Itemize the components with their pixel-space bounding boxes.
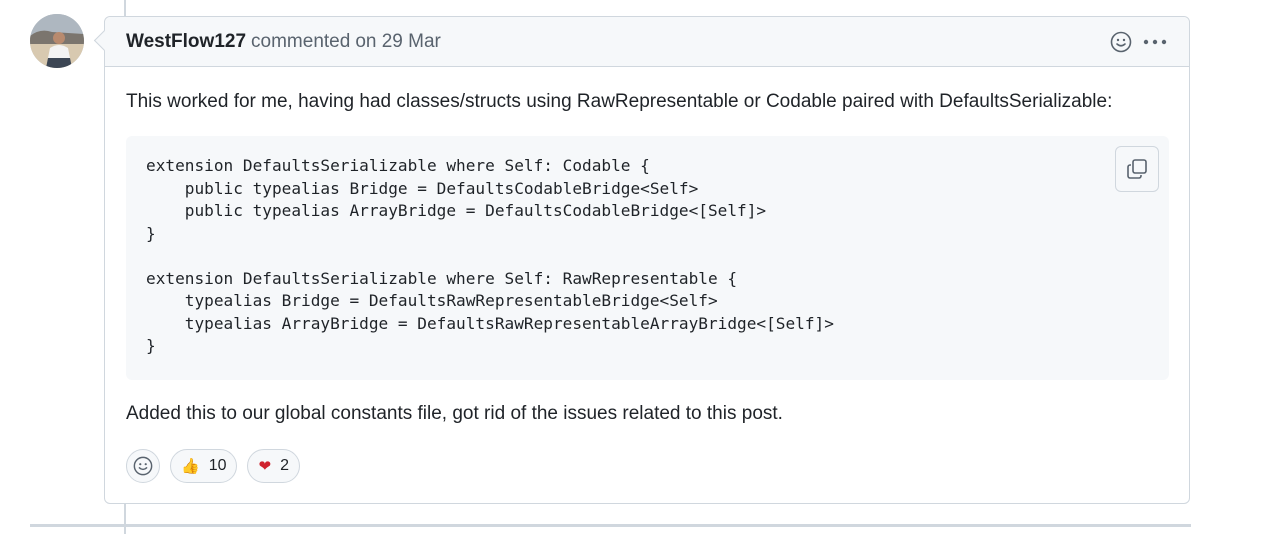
heart-icon: ❤	[258, 457, 272, 475]
comment-body-outro: Added this to our global constants file,…	[126, 403, 783, 424]
comment-action: commented	[251, 30, 351, 52]
add-reaction-button[interactable]	[126, 449, 160, 483]
kebab-horizontal-icon[interactable]	[1142, 29, 1168, 55]
reaction-thumbs-up[interactable]: 👍 10	[170, 449, 238, 483]
timeline-divider	[30, 524, 1191, 527]
avatar[interactable]	[30, 14, 84, 68]
comment-timestamp[interactable]: on 29 Mar	[355, 31, 441, 53]
comment-box: WestFlow127 commented on 29 Mar This wor…	[104, 16, 1190, 504]
code-block: extension DefaultsSerializable where Sel…	[126, 136, 1169, 380]
reaction-count: 2	[280, 457, 289, 474]
copy-button[interactable]	[1115, 146, 1159, 192]
comment-header: WestFlow127 commented on 29 Mar	[105, 17, 1189, 67]
reaction-count: 10	[208, 457, 227, 474]
smiley-icon[interactable]	[1108, 29, 1134, 55]
thumbs-up-icon: 👍	[181, 457, 200, 475]
author-link[interactable]: WestFlow127	[126, 31, 246, 53]
header-actions	[1108, 29, 1168, 55]
comment-body-intro: This worked for me, having had classes/s…	[126, 91, 1113, 112]
avatar-photo	[30, 14, 84, 68]
reaction-heart[interactable]: ❤ 2	[247, 449, 300, 483]
reactions-bar: 👍 10 ❤ 2	[126, 449, 300, 483]
smiley-icon	[133, 456, 153, 476]
copy-icon	[1127, 159, 1147, 179]
code-content: extension DefaultsSerializable where Sel…	[146, 156, 834, 355]
